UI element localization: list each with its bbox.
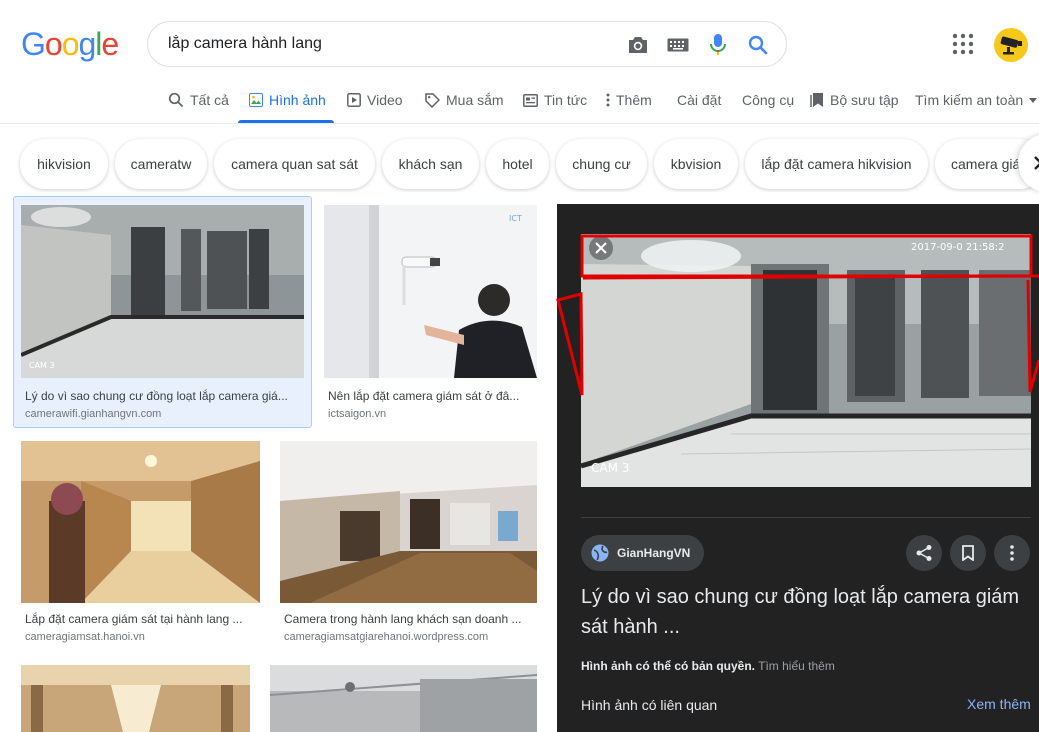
result-source: cameragiamsatgiarehanoi.wordpress.com [284, 631, 489, 643]
tab-label: Tin tức [544, 92, 588, 108]
tab-label: Video [367, 92, 403, 108]
tab-safesearch[interactable]: Tìm kiếm an toàn [915, 92, 1038, 108]
chip[interactable]: lắp đặt camera hikvision [745, 139, 928, 189]
result-thumbnail[interactable] [270, 665, 537, 732]
share-icon [916, 545, 932, 561]
close-preview-button[interactable] [589, 236, 613, 260]
tab-video[interactable]: Video [347, 92, 403, 108]
more-options-button[interactable] [994, 535, 1030, 571]
result-source: ictsaigon.vn [328, 408, 387, 420]
image-preview-panel: 2017-09-0 21:58:2 CAM 3 GianHangVN Lý do… [557, 204, 1039, 732]
tab-label: Tất cả [190, 92, 229, 108]
camera-icon[interactable] [626, 33, 650, 57]
cam-timestamp: 2017-09-0 21:58:2 [911, 242, 1004, 253]
search-input[interactable] [168, 33, 608, 55]
chip[interactable]: kbvision [654, 139, 738, 189]
close-icon [595, 242, 607, 254]
result-caption[interactable]: Lắp đặt camera giám sát tại hành lang ..… [25, 612, 257, 626]
save-button[interactable] [950, 535, 986, 571]
copyright-text: Hình ảnh có thể có bản quyền. [581, 659, 756, 673]
cctv-camera-icon [1000, 36, 1022, 55]
search-tabs: Tất cả Hình ảnh Video Mua sắm Tin tức Th… [0, 86, 1039, 124]
preview-image[interactable]: 2017-09-0 21:58:2 CAM 3 [581, 234, 1031, 487]
tab-shopping[interactable]: Mua sắm [425, 92, 504, 108]
mic-icon[interactable] [706, 33, 730, 57]
cam-overlay-label: CAM 3 [29, 361, 55, 370]
globe-icon [591, 544, 609, 562]
tab-label: Thêm [616, 92, 652, 108]
learn-more-link[interactable]: Tìm hiểu thêm [758, 659, 835, 673]
tab-label: Bộ sưu tập [830, 92, 899, 108]
result-source: camerawifi.gianhangvn.com [25, 408, 162, 420]
result-caption[interactable]: Lý do vì sao chung cư đồng loạt lắp came… [25, 389, 303, 403]
tab-label: Cài đặt [677, 92, 722, 108]
video-icon [347, 93, 361, 107]
bookmark-icon [962, 545, 974, 561]
see-more-link[interactable]: Xem thêm [967, 696, 1031, 712]
cam-overlay-label: CAM 3 [591, 461, 629, 475]
result-caption[interactable]: Nên lắp đặt camera giám sát ở đâ... [328, 389, 534, 403]
chip[interactable]: camera quan sat sát [214, 139, 375, 189]
tab-images[interactable]: Hình ảnh [249, 92, 326, 108]
avatar[interactable] [994, 28, 1028, 62]
search-icon [168, 92, 184, 108]
result-thumbnail[interactable] [21, 441, 260, 603]
tab-settings[interactable]: Cài đặt [677, 92, 721, 108]
tabs-divider [0, 123, 1039, 124]
keyboard-icon[interactable] [666, 33, 690, 57]
chip[interactable]: cameratw [115, 139, 207, 189]
preview-title[interactable]: Lý do vì sao chung cư đồng loạt lắp came… [581, 582, 1031, 642]
apps-grid-icon[interactable] [952, 33, 974, 55]
chip[interactable]: chung cư [556, 139, 647, 189]
source-site-chip[interactable]: GianHangVN [581, 535, 705, 571]
tag-icon [425, 92, 440, 108]
tab-collections[interactable]: Bộ sưu tập [810, 92, 899, 108]
panel-divider [581, 517, 1031, 518]
result-thumbnail[interactable] [280, 441, 537, 603]
news-icon [523, 93, 538, 107]
tab-label: Mua sắm [446, 92, 504, 108]
chip[interactable]: hotel [486, 139, 549, 189]
result-caption[interactable]: Camera trong hành lang khách sạn doanh .… [284, 612, 536, 626]
search-icon[interactable] [746, 33, 770, 57]
result-source: cameragiamsat.hanoi.vn [25, 631, 145, 643]
result-thumbnail[interactable]: CAM 3 [21, 205, 304, 378]
copyright-notice: Hình ảnh có thể có bản quyền. Tìm hiểu t… [581, 659, 835, 673]
share-button[interactable] [906, 535, 942, 571]
svg-text:ICT: ICT [509, 214, 522, 223]
result-thumbnail[interactable] [21, 665, 250, 732]
caret-down-icon [1029, 97, 1038, 103]
source-site-name: GianHangVN [617, 546, 691, 560]
tab-label: Tìm kiếm an toàn [915, 92, 1024, 108]
tab-tools[interactable]: Công cụ [742, 92, 794, 108]
tab-more[interactable]: Thêm [606, 92, 652, 108]
chip[interactable]: hikvision [20, 139, 108, 189]
tab-label: Công cụ [742, 92, 795, 108]
related-search-chips: hikvision cameratw camera quan sat sát k… [0, 136, 1039, 192]
result-thumbnail[interactable]: ICT [324, 205, 537, 378]
more-vert-icon [1010, 545, 1014, 561]
tab-news[interactable]: Tin tức [523, 92, 587, 108]
google-logo[interactable]: Google [21, 26, 119, 63]
chevron-right-icon [1034, 156, 1039, 170]
search-box[interactable] [147, 21, 787, 67]
image-icon [249, 93, 263, 107]
bookmark-icon [810, 93, 823, 107]
tab-label: Hình ảnh [269, 92, 326, 108]
more-vert-icon [606, 93, 610, 107]
related-images-heading: Hình ảnh có liên quan [581, 697, 718, 713]
tab-all[interactable]: Tất cả [168, 92, 229, 108]
chip[interactable]: khách sạn [382, 139, 479, 189]
